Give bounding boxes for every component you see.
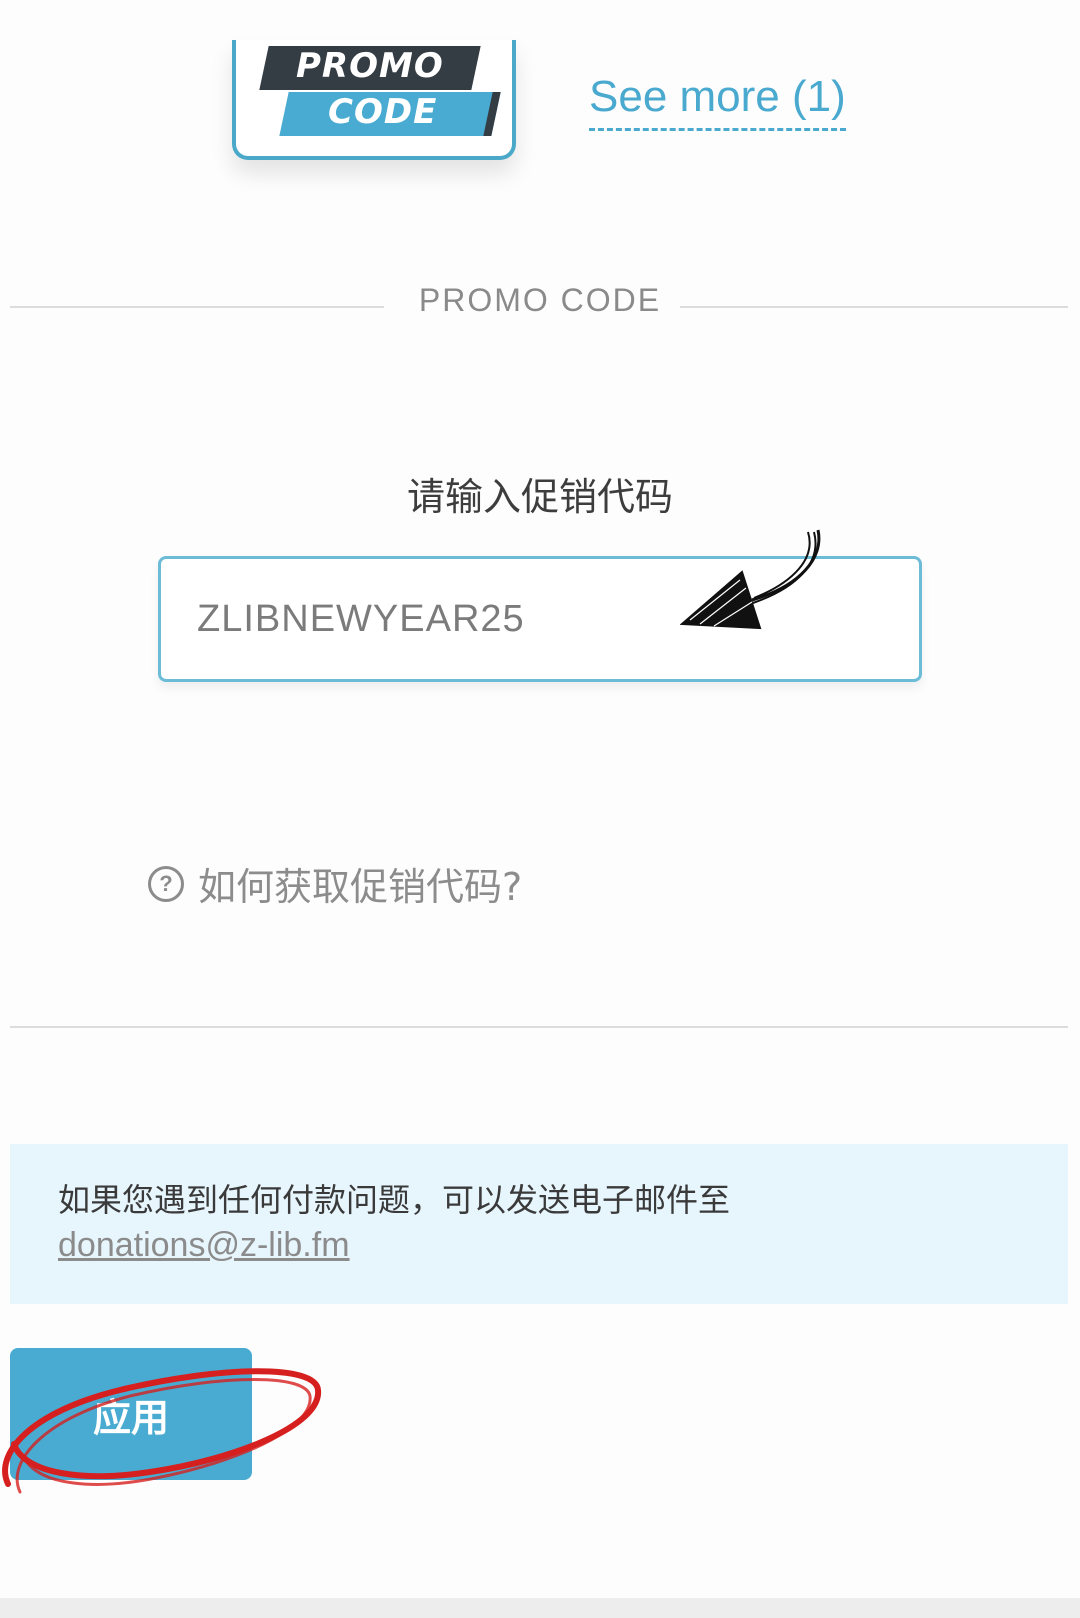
apply-button[interactable]: 应用 <box>10 1348 252 1480</box>
bottom-bar <box>0 1598 1080 1618</box>
notice-text: 如果您遇到任何付款问题，可以发送电子邮件至 <box>58 1181 731 1219</box>
section-title: PROMO CODE <box>418 282 662 318</box>
how-to-get-promo-code-link[interactable]: ? 如何获取促销代码? <box>148 856 522 911</box>
promo-prompt-label: 请输入促销代码 <box>406 475 673 519</box>
badge-line-1: PROMO <box>296 46 444 86</box>
badge-line-2: CODE <box>328 92 438 132</box>
see-more-link[interactable]: See more (1) <box>589 72 846 131</box>
divider-left <box>10 306 384 308</box>
payment-notice: 如果您遇到任何付款问题，可以发送电子邮件至 donations@z-lib.fm <box>10 1144 1068 1304</box>
promo-code-input[interactable] <box>158 556 922 682</box>
promo-code-badge: PROMO CODE <box>232 40 516 160</box>
help-link-label: 如何获取促销代码? <box>198 865 523 909</box>
donations-email-link[interactable]: donations@z-lib.fm <box>58 1222 350 1268</box>
divider-right <box>680 306 1068 308</box>
question-circle-icon: ? <box>148 865 184 902</box>
divider-bottom <box>10 1026 1068 1028</box>
